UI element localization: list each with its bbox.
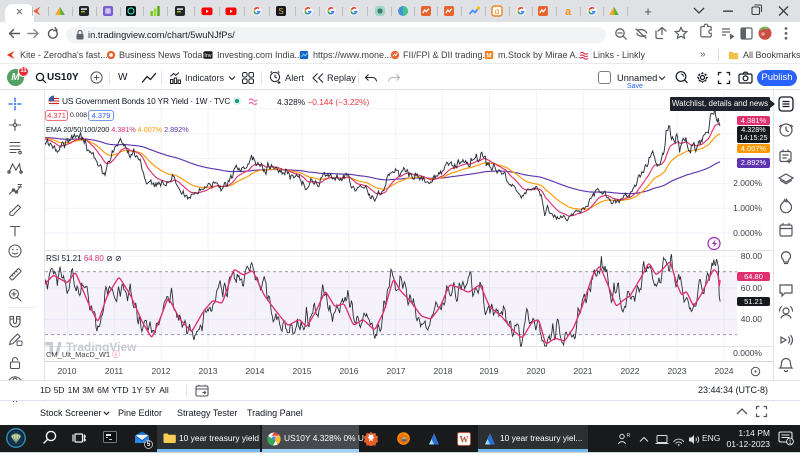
svg-text:α: α <box>495 7 500 16</box>
svg-text:W: W <box>460 434 469 444</box>
svg-text:a: a <box>565 6 572 17</box>
svg-text:R: R <box>627 433 631 439</box>
svg-text:S: S <box>278 7 283 16</box>
svg-text:Inv: Inv <box>204 53 212 59</box>
svg-text:M: M <box>486 53 491 60</box>
